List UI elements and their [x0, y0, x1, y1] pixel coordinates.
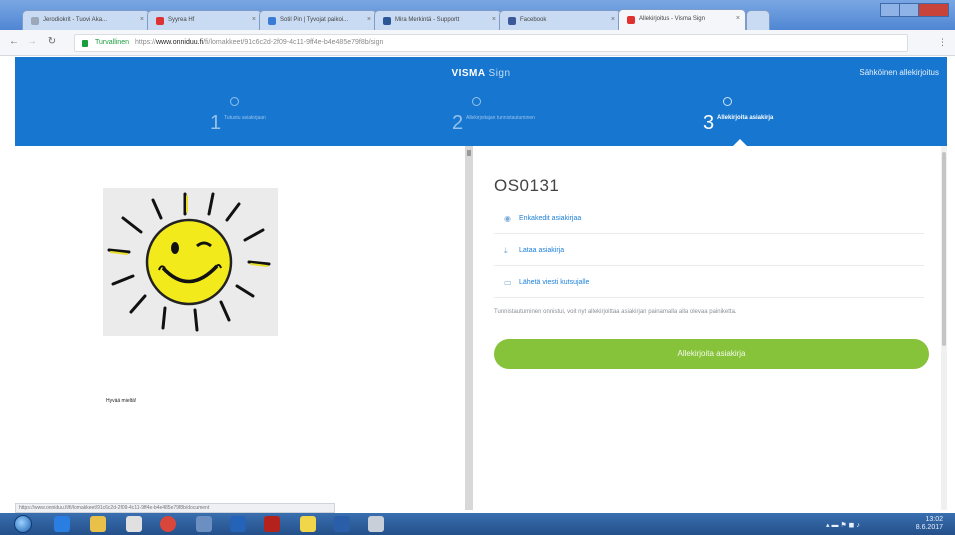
- scrollbar-thumb[interactable]: [942, 152, 946, 346]
- internet-explorer-icon[interactable]: [54, 516, 70, 532]
- browser-menu-icon[interactable]: ⋮: [938, 37, 947, 48]
- start-button[interactable]: [14, 515, 32, 533]
- clock-time: 13:02: [925, 516, 943, 523]
- tab-close-icon[interactable]: ×: [736, 15, 740, 22]
- tab-label: Facebook: [520, 17, 547, 23]
- outlook-icon[interactable]: [230, 516, 246, 532]
- pane-divider[interactable]: [465, 146, 473, 510]
- new-tab-button[interactable]: [746, 10, 770, 30]
- step-number: 2: [452, 112, 464, 134]
- scrollbar[interactable]: [941, 146, 947, 510]
- close-window-button[interactable]: [918, 3, 950, 17]
- divider-grip-icon[interactable]: [467, 150, 471, 156]
- action-label: Lähetä viesti kutsujalle: [519, 279, 590, 286]
- tab-favicon-icon: [156, 17, 164, 25]
- header-link[interactable]: Sähköinen allekirjoitus: [859, 68, 939, 77]
- app-icon[interactable]: [196, 516, 212, 532]
- message-icon: ▭: [504, 278, 512, 287]
- brand-sub: Sign: [488, 68, 511, 79]
- browser-tab[interactable]: Jerodiokrit - Tuovi Aka... ×: [22, 10, 150, 30]
- sticky-notes-icon[interactable]: [300, 516, 316, 532]
- document-title: OS0131: [494, 176, 560, 195]
- step-number: 3: [703, 112, 715, 134]
- tab-favicon-icon: [31, 17, 39, 25]
- facebook-icon: [508, 17, 516, 25]
- forward-arrow-icon[interactable]: →: [26, 36, 38, 48]
- file-explorer-icon[interactable]: [90, 516, 106, 532]
- active-step-caret: [733, 139, 747, 146]
- document-preview: Hyvää mieltä!: [15, 146, 465, 510]
- acrobat-icon[interactable]: [264, 516, 280, 532]
- lock-icon: [82, 40, 88, 47]
- window-icon[interactable]: [368, 516, 384, 532]
- document-caption: Hyvää mieltä!: [106, 398, 137, 404]
- download-document-link[interactable]: ⤓ Lataa asiakirja: [494, 236, 924, 266]
- maximize-button[interactable]: [899, 3, 920, 17]
- url-host: www.onniduu.fi: [156, 39, 204, 46]
- secure-label: Turvallinen: [95, 39, 129, 46]
- browser-toolbar: ← → ↻ Turvallinen https://www.onniduu.fi/…: [0, 30, 955, 56]
- eye-icon: ◉: [504, 214, 511, 223]
- step-label: Tutustu asiakirjaan: [224, 115, 266, 121]
- sign-document-button[interactable]: Allekirjoita asiakirja: [494, 339, 929, 369]
- tray-icons[interactable]: ▴ ▬ ⚑ ◼ ♪: [826, 521, 860, 529]
- action-label: Enkakedit asiakirjaa: [519, 215, 582, 222]
- visma-header: VISMA Sign Sähköinen allekirjoitus 1 Tut…: [15, 57, 947, 146]
- url-path: /fi/lomakkeet/91c6c2d-2f09-4c11-9ff4e-b4…: [203, 39, 384, 46]
- browser-tab[interactable]: Mira Merkintä - Supportt ×: [374, 10, 502, 30]
- step-3-active: 3 Allekirjoita asiakirja: [703, 93, 823, 137]
- browser-tab[interactable]: Sotil Pin | Tyvojat paikoi... ×: [259, 10, 377, 30]
- step-1: 1 Tutustu asiakirjaan: [210, 93, 330, 137]
- browser-tab[interactable]: Syyrea Hf ×: [147, 10, 262, 30]
- minimize-button[interactable]: [880, 3, 901, 17]
- brand-name: VISMA: [451, 68, 486, 79]
- step-2: 2 Allekirjoitajan tunnistautuminen: [452, 93, 572, 137]
- clock[interactable]: 13:02 8.6.2017: [916, 516, 943, 532]
- media-icon[interactable]: [126, 516, 142, 532]
- step-label: Allekirjoita asiakirja: [717, 115, 774, 121]
- chrome-icon[interactable]: [160, 516, 176, 532]
- send-message-link[interactable]: ▭ Lähetä viesti kutsujalle: [494, 268, 924, 298]
- tab-favicon-icon: [627, 16, 635, 24]
- browser-tab-active[interactable]: Allekirjoitus - Visma Sign ×: [618, 9, 746, 30]
- tab-close-icon[interactable]: ×: [492, 16, 496, 23]
- step-icon: [230, 97, 239, 106]
- tab-favicon-icon: [268, 17, 276, 25]
- browser-tab-strip: Jerodiokrit - Tuovi Aka... × Syyrea Hf ×…: [0, 0, 955, 30]
- action-label: Lataa asiakirja: [519, 247, 565, 254]
- tab-close-icon[interactable]: ×: [252, 16, 256, 23]
- step-label: Allekirjoitajan tunnistautuminen: [466, 115, 535, 121]
- tab-close-icon[interactable]: ×: [367, 16, 371, 23]
- sun-image: [103, 188, 278, 336]
- step-icon: [472, 97, 481, 106]
- tab-close-icon[interactable]: ×: [140, 16, 144, 23]
- clock-date: 8.6.2017: [915, 524, 943, 531]
- tab-label: Sotil Pin | Tyvojat paikoi...: [280, 17, 349, 23]
- tab-label: Allekirjoitus - Visma Sign: [639, 16, 705, 22]
- tab-close-icon[interactable]: ×: [611, 16, 615, 23]
- url-prefix: https://: [134, 39, 156, 46]
- step-number: 1: [210, 112, 222, 134]
- download-icon: ⤓: [504, 246, 508, 255]
- visma-logo: VISMA Sign: [15, 68, 947, 79]
- tab-label: Syyrea Hf: [168, 17, 195, 23]
- reload-icon[interactable]: ↻: [46, 36, 58, 48]
- browser-tab[interactable]: Facebook ×: [499, 10, 621, 30]
- tab-favicon-icon: [383, 17, 391, 25]
- tab-label: Mira Merkintä - Supportt: [395, 17, 460, 23]
- signing-panel: OS0131 ◉ Enkakedit asiakirjaa ⤓ Lataa as…: [473, 146, 947, 510]
- window-controls: [880, 3, 950, 17]
- help-text: Tunnistautuminen onnistui, voit nyt alle…: [494, 309, 737, 315]
- word-icon[interactable]: [334, 516, 350, 532]
- tab-label: Jerodiokrit - Tuovi Aka...: [43, 17, 108, 23]
- address-bar[interactable]: Turvallinen https://www.onniduu.fi/fi/lom…: [74, 34, 908, 52]
- taskbar: ▴ ▬ ⚑ ◼ ♪ 13:02 8.6.2017: [0, 513, 955, 535]
- view-document-link[interactable]: ◉ Enkakedit asiakirjaa: [494, 204, 924, 234]
- step-icon: [723, 97, 732, 106]
- status-bar-url: https://www.onniduu.fi/fi/lomakkeet/91c6…: [15, 503, 335, 513]
- back-arrow-icon[interactable]: ←: [8, 36, 20, 48]
